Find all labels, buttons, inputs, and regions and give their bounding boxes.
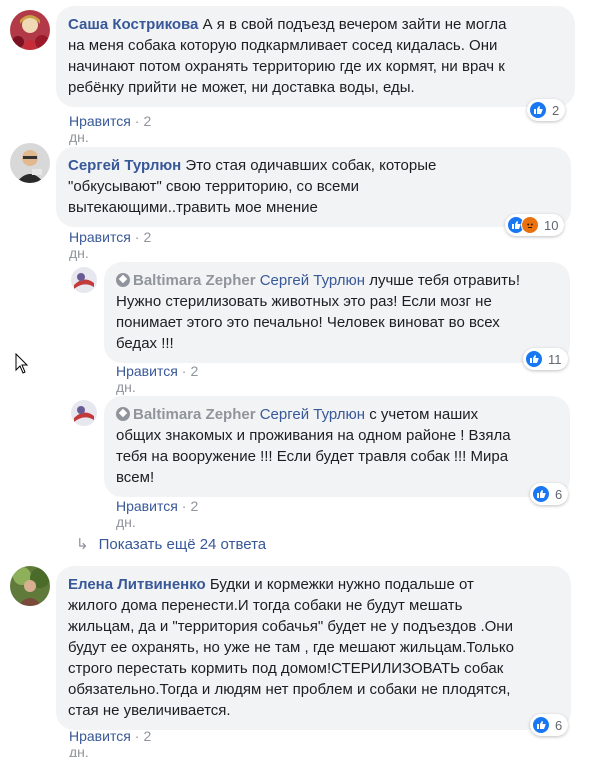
reaction-summary[interactable]: 11 [523, 348, 568, 370]
verified-badge-icon [116, 273, 130, 287]
like-link[interactable]: Нравится [116, 498, 178, 514]
like-reaction-icon [525, 350, 543, 368]
comment-text-line: Будки и кормежки нужно подальше от [209, 576, 474, 593]
comment-text-line: строго перестать кормить под домом!СТЕРИ… [68, 660, 504, 677]
comment-text-line: стая не увеличивается. [68, 702, 231, 719]
comment-text-line: бедах !!! [116, 335, 174, 352]
comment-bubble: Baltimara Zepher Сергей Турлюн лучше теб… [104, 262, 570, 363]
reaction-summary[interactable]: 6 [530, 714, 569, 736]
comment-actions: Нравится · 2 дн. [69, 229, 152, 261]
reaction-summary[interactable]: 10 [505, 214, 565, 236]
mouse-cursor-icon [15, 352, 29, 380]
comment-text-line: понимает этого это печально! Человек вин… [116, 314, 500, 331]
comment-text-line: Нужно стерилизовать животных это раз! Ес… [116, 293, 492, 310]
comment-actions: Нравится · 2 дн. [116, 498, 199, 530]
avatar[interactable] [10, 566, 50, 606]
comment-text-line: жильцам, да и "территория собачья" будет… [68, 618, 513, 635]
like-link[interactable]: Нравится [116, 363, 178, 379]
like-reaction-icon [532, 485, 550, 503]
comment-author[interactable]: Саша Кострикова [68, 16, 198, 33]
reaction-summary[interactable]: 2 [527, 99, 566, 121]
like-reaction-icon [529, 101, 547, 119]
reply-arrow-icon: ↳ [76, 536, 89, 553]
comment-author[interactable]: Сергей Турлюн [68, 157, 181, 174]
avatar[interactable] [10, 143, 50, 183]
comment-text-line: на меня собака которую подкармливает сос… [68, 37, 498, 54]
comment-text-line: А я в свой подъезд вечером зайти не могл… [202, 16, 507, 33]
comment-bubble: Елена Литвиненко Будки и кормежки нужно … [56, 566, 571, 730]
angry-reaction-icon [521, 216, 539, 234]
reaction-count: 11 [548, 351, 562, 367]
like-reaction-icon [532, 716, 550, 734]
mention-link[interactable]: Сергей Турлюн [260, 406, 365, 423]
comment-text-line: с учетом наших [369, 406, 479, 423]
comment-text-line: общих знакомых и проживания на одном рай… [116, 427, 511, 444]
comment-author[interactable]: Baltimara Zepher [133, 272, 256, 289]
comment-text-line: обязательно.Тогда и людям нет проблем и … [68, 681, 511, 698]
comment-text-line: всем! [116, 469, 155, 486]
comment-text-line: начинают потом охранять территорию где и… [68, 58, 505, 75]
comment-actions: Нравится · 2 дн. [69, 113, 152, 145]
like-link[interactable]: Нравится [69, 229, 131, 245]
reaction-summary[interactable]: 6 [530, 483, 569, 505]
comment-text-line: лучше тебя отравить! [369, 272, 521, 289]
comment-text-line: Это стая одичавших собак, которые [185, 157, 437, 174]
comment-text-line: "обкусывают" свою территорию, со всеми [68, 178, 360, 195]
reaction-count: 6 [555, 717, 563, 733]
verified-badge-icon [116, 407, 130, 421]
avatar[interactable] [10, 10, 50, 50]
comment-actions: Нравится · 2 дн. [69, 728, 151, 757]
show-more-label[interactable]: Показать ещё 24 ответа [99, 536, 267, 553]
reaction-count: 10 [544, 217, 559, 233]
like-link[interactable]: Нравится [69, 728, 131, 744]
avatar[interactable] [71, 267, 97, 293]
comment-text-line: будут ее охранять, но уже не там , где м… [68, 639, 514, 656]
comment-bubble: Baltimara Zepher Сергей Турлюн с учетом … [104, 396, 570, 497]
reaction-count: 2 [552, 102, 560, 118]
comment-bubble: Саша Кострикова А я в свой подъезд вечер… [56, 6, 575, 107]
comment-text-line: ребёнку прийти не может, ни доставка вод… [68, 79, 415, 96]
like-link[interactable]: Нравится [69, 113, 131, 129]
comment-author[interactable]: Baltimara Zepher [133, 406, 256, 423]
comment-bubble: Сергей Турлюн Это стая одичавших собак, … [56, 147, 571, 227]
comment-text-line: тебя на вооружение !!! Если будет травля… [116, 448, 509, 465]
comment-text-line: вытекающими..травить мое мнение [68, 199, 318, 216]
comment-author[interactable]: Елена Литвиненко [68, 576, 206, 593]
show-more-replies-link[interactable]: ↳ Показать ещё 24 ответа [76, 535, 266, 553]
comment-actions: Нравится · 2 дн. [116, 363, 199, 395]
comment-text-line: жилого дома перенести.И тогда собаки не … [68, 597, 463, 614]
mention-link[interactable]: Сергей Турлюн [260, 272, 365, 289]
reaction-count: 6 [555, 486, 563, 502]
avatar[interactable] [71, 400, 97, 426]
